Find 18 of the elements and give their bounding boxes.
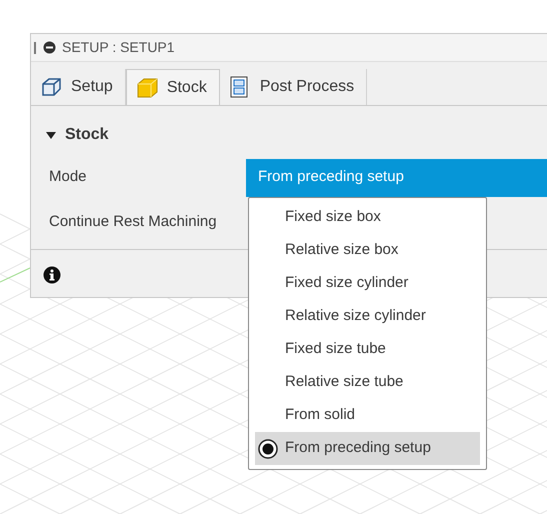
grip-icon [33,40,37,54]
menu-item[interactable]: Relative size cylinder [255,300,480,333]
tab[interactable]: Stock [126,69,220,105]
window-title: SETUP : SETUP1 [62,38,175,57]
field-label: Mode [49,167,88,188]
menu-item[interactable]: Relative size box [255,234,480,267]
menu-item[interactable]: Fixed size cylinder [255,267,480,300]
menu-item[interactable]: From solid [255,399,480,432]
field-label: Continue Rest Machining [49,212,218,232]
section-title[interactable]: Stock [65,123,109,147]
menu-item[interactable]: Fixed size box [255,201,480,234]
menu-item[interactable]: From preceding setup [255,432,480,465]
info-icon [43,266,61,284]
cube-icon [134,76,159,100]
menu-item[interactable]: Relative size tube [255,366,480,399]
menu-item[interactable]: Fixed size tube [255,333,480,366]
radio-icon [258,439,278,459]
collapse-icon [43,41,56,54]
